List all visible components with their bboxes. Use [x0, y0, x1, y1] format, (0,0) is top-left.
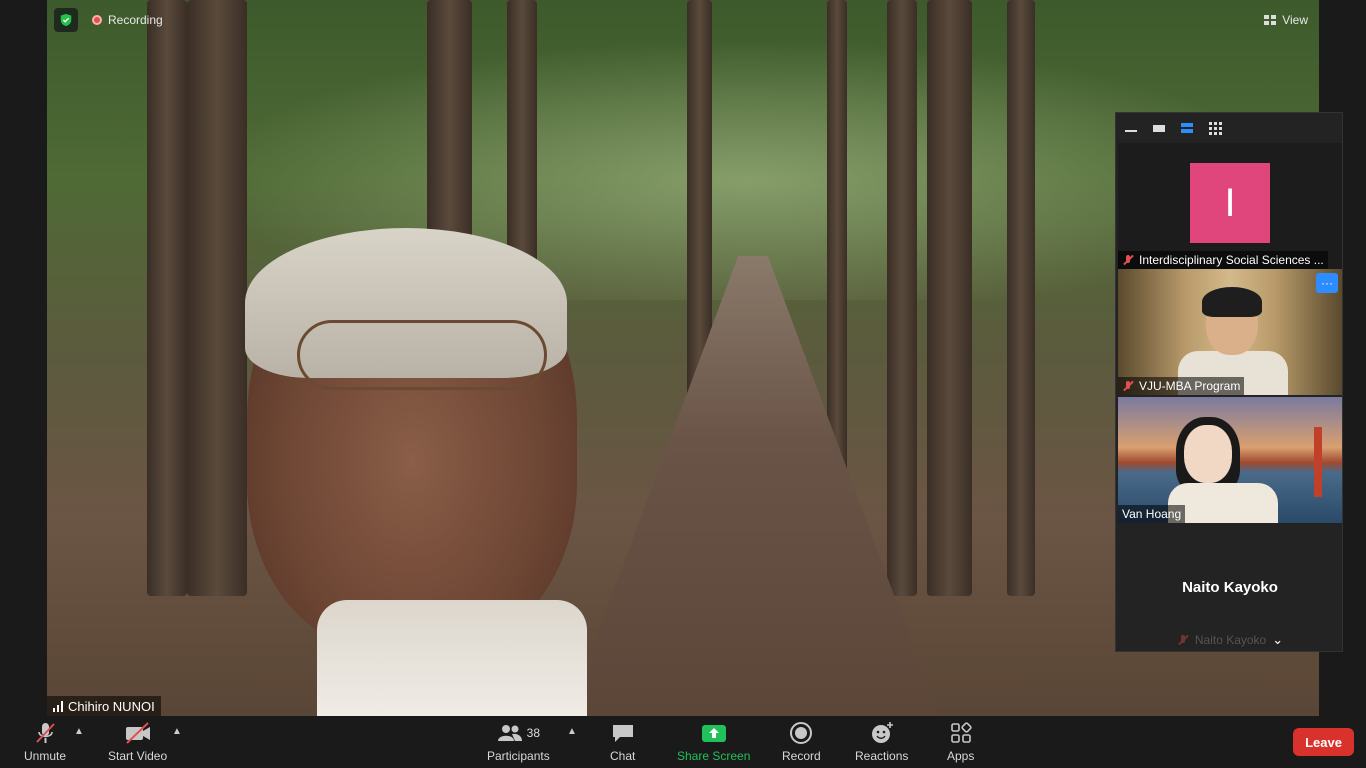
- unmute-button[interactable]: Unmute: [24, 720, 66, 763]
- view-grid-icon: [1264, 15, 1277, 25]
- chat-icon: [611, 720, 635, 746]
- participants-label: Participants: [487, 749, 550, 763]
- minimize-icon[interactable]: [1124, 121, 1138, 135]
- participant-display-name: Naito Kayoko: [1182, 579, 1278, 596]
- participant-label: Van Hoang: [1118, 505, 1186, 523]
- participants-icon: 38: [497, 720, 540, 746]
- participant-tile[interactable]: Naito Kayoko Naito Kayoko ⌄: [1118, 525, 1342, 651]
- meeting-toolbar: Unmute ▲ Start Video ▲ 38 Participants ▲…: [0, 716, 1366, 768]
- chat-label: Chat: [610, 749, 636, 763]
- muted-mic-icon: [1122, 380, 1134, 392]
- more-options-icon[interactable]: ···: [1316, 273, 1338, 293]
- participants-count: 38: [526, 726, 541, 740]
- recording-indicator[interactable]: Recording: [92, 8, 163, 32]
- recording-dot-icon: [92, 15, 102, 25]
- audio-options-chevron-icon[interactable]: ▲: [74, 726, 84, 737]
- recording-label: Recording: [108, 13, 163, 27]
- security-shield-icon[interactable]: [54, 8, 78, 32]
- gallery-grid-icon[interactable]: [1208, 121, 1222, 135]
- participant-tile[interactable]: I Interdisciplinary Social Sciences ...: [1118, 143, 1342, 269]
- share-screen-label: Share Screen: [677, 749, 751, 763]
- video-off-icon: [124, 720, 152, 746]
- leave-button[interactable]: Leave: [1293, 728, 1354, 756]
- apps-label: Apps: [947, 749, 975, 763]
- record-button[interactable]: Record: [782, 720, 821, 763]
- participant-label: Naito Kayoko ⌄: [1118, 629, 1342, 651]
- chevron-down-icon[interactable]: ⌄: [1272, 632, 1283, 648]
- apps-button[interactable]: Apps: [947, 720, 974, 763]
- meeting-stage: Recording View Chihiro NUNOI I Interdisc…: [0, 0, 1366, 716]
- apps-icon: [950, 720, 972, 746]
- forest-path: [567, 256, 939, 716]
- speaker-glasses: [297, 320, 547, 390]
- tree: [887, 0, 917, 596]
- unmute-label: Unmute: [24, 749, 67, 763]
- start-video-button[interactable]: Start Video: [108, 720, 167, 763]
- participant-video: [1202, 287, 1262, 317]
- participants-options-chevron-icon[interactable]: ▲: [567, 726, 577, 737]
- share-screen-button[interactable]: Share Screen: [677, 720, 750, 763]
- video-options-chevron-icon[interactable]: ▲: [172, 726, 182, 737]
- view-button[interactable]: View: [1264, 8, 1308, 32]
- signal-strength-icon: [53, 700, 63, 712]
- view-label: View: [1282, 13, 1308, 27]
- chat-button[interactable]: Chat: [610, 720, 635, 763]
- tree: [927, 0, 972, 596]
- participant-label: Interdisciplinary Social Sciences ...: [1118, 251, 1328, 269]
- participant-name: VJU-MBA Program: [1139, 379, 1241, 393]
- hide-video-icon[interactable]: [1152, 121, 1166, 135]
- participant-name: Naito Kayoko: [1194, 633, 1267, 647]
- avatar: I: [1190, 163, 1270, 243]
- muted-microphone-icon: [34, 720, 56, 746]
- panel-toolbar: [1116, 113, 1342, 143]
- participant-name: Interdisciplinary Social Sciences ...: [1139, 253, 1324, 267]
- background-bridge: [1314, 427, 1322, 497]
- reactions-emoji-icon: [870, 720, 894, 746]
- reactions-button[interactable]: Reactions: [855, 720, 908, 763]
- record-label: Record: [782, 749, 821, 763]
- muted-mic-icon: [1177, 634, 1189, 646]
- share-screen-icon: [701, 720, 727, 746]
- speaker-shirt: [317, 600, 587, 716]
- participant-video: [1184, 425, 1232, 483]
- speaker-strip-icon[interactable]: [1180, 121, 1194, 135]
- participant-name: Van Hoang: [1122, 507, 1182, 521]
- participant-label: VJU-MBA Program: [1118, 377, 1245, 395]
- muted-mic-icon: [1122, 254, 1134, 266]
- record-icon: [789, 720, 813, 746]
- participant-video-panel: I Interdisciplinary Social Sciences ... …: [1115, 112, 1343, 652]
- tree: [1007, 0, 1035, 596]
- participants-button[interactable]: 38 Participants: [487, 720, 550, 763]
- speaker-name: Chihiro NUNOI: [68, 698, 155, 714]
- start-video-label: Start Video: [108, 749, 168, 763]
- speaker-name-tag: Chihiro NUNOI: [47, 696, 161, 716]
- reactions-label: Reactions: [855, 749, 909, 763]
- tree: [147, 0, 187, 596]
- participant-tile[interactable]: Van Hoang: [1118, 397, 1342, 523]
- tree: [187, 0, 247, 596]
- participant-tile[interactable]: ··· VJU-MBA Program: [1118, 269, 1342, 395]
